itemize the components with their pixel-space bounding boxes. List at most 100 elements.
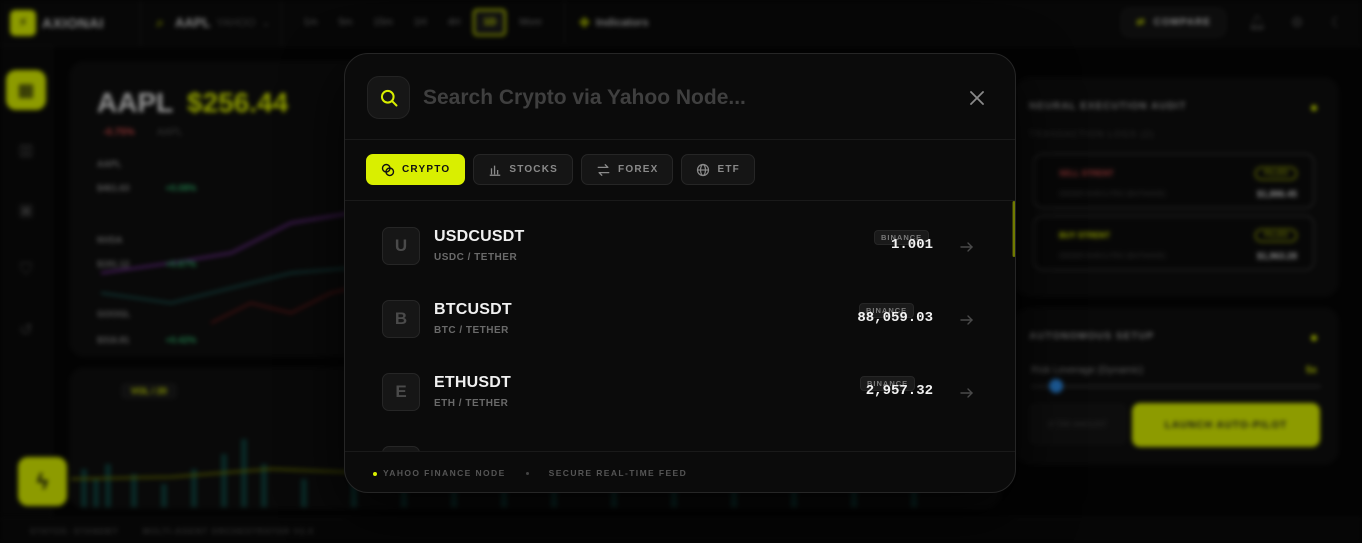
results-scrollbar[interactable]: [1012, 201, 1015, 257]
trade-fill-badge: FILLED: [1255, 167, 1297, 180]
orchestrator-text: MULTI-AGENT ORCHESTRATOR V2.0: [142, 526, 315, 536]
filter-label: STOCKS: [509, 164, 559, 175]
indicators-icon: ✥: [578, 14, 590, 30]
coins-icon: [381, 163, 395, 176]
execution-audit-panel: NEURAL EXECUTION AUDIT TRANSACTION LOGS …: [1016, 78, 1338, 296]
audit-subtitle: TRANSACTION LOGS (2): [1029, 129, 1155, 139]
bolt-action-button[interactable]: ϟ: [18, 457, 67, 506]
modal-footer: YAHOO FINANCE NODE SECURE REAL-TIME FEED: [345, 451, 1015, 492]
filter-etf[interactable]: ETF: [681, 154, 755, 185]
exchange-icon: [597, 163, 610, 176]
filter-label: ETF: [717, 164, 740, 175]
legend-value: $461.63: [97, 183, 130, 193]
search-icon: [380, 89, 397, 106]
sidebar: ▦ ▥ ▣ ⛉ ↺: [0, 46, 52, 516]
filter-stocks[interactable]: STOCKS: [473, 154, 574, 185]
asset-pair: USDC / TETHER: [434, 252, 518, 263]
indicators-label: Indicators: [595, 16, 649, 29]
sidebar-item-wallet-icon[interactable]: ▣: [12, 196, 40, 224]
trade-fill-badge: FILLED: [1255, 229, 1297, 242]
launch-autopilot-button[interactable]: LAUNCH AUTO-PILOT: [1132, 403, 1320, 447]
asset-price: 2,957.32: [865, 383, 933, 399]
result-item-partial[interactable]: [345, 420, 1015, 451]
sidebar-item-history-icon[interactable]: ↺: [12, 316, 40, 344]
globe-icon: [697, 163, 710, 176]
asset-symbol: USDCUSDT: [434, 228, 525, 245]
close-icon: [970, 91, 984, 105]
separator-dot: [525, 471, 529, 475]
range-5m[interactable]: 5m: [330, 11, 360, 34]
legend-symbol: NVDA: [97, 235, 123, 245]
status-dot: [1311, 105, 1317, 111]
asset-pair: ETH / TETHER: [434, 398, 509, 409]
asset-search-modal: CRYPTO STOCKS FOREX ETF U USDCUSDT BINAN…: [344, 53, 1016, 493]
trade-card[interactable]: BUY STRENT FILLED ORDER EXECUTED (BOTNOD…: [1033, 215, 1315, 271]
filter-label: CRYPTO: [402, 164, 451, 175]
status-text: STATUS: STANDBY: [30, 526, 119, 536]
trade-amount: $1,886.45: [1256, 189, 1297, 199]
indicators-button[interactable]: ✥ Indicators: [563, 0, 662, 46]
trade-side: SELL STRENT: [1059, 169, 1114, 178]
chart-change: -0.75%: [103, 127, 135, 138]
filter-crypto[interactable]: CRYPTO: [366, 154, 466, 185]
ticker-selector[interactable]: ⌕ AAPL YAHOO ⌄: [140, 0, 281, 46]
range-more[interactable]: More: [511, 11, 550, 34]
range-4h[interactable]: 4H: [440, 11, 469, 34]
top-right-controls: ⇄ COMPARE 🔔︎ ⚙ ☾: [1121, 8, 1346, 37]
top-bar: ⚡ AXIONAI ⌕ AAPL YAHOO ⌄ 1m 5m 15m 1H 4H…: [0, 0, 1362, 46]
trade-meta: ORDER EXECUTED (BOTNODE): [1059, 253, 1166, 260]
range-1d[interactable]: 1D: [473, 9, 507, 36]
amount-input[interactable]: ETRR AMOUNT: [1029, 403, 1127, 445]
leverage-slider-track[interactable]: [1031, 385, 1321, 388]
legend-row: $316.81 +0.42%: [97, 335, 196, 345]
autonomous-setup-panel: AUTONOMOUS SETUP Risk Leverage (Dynamic)…: [1016, 308, 1338, 464]
app-root: ⚡ AXIONAI ⌕ AAPL YAHOO ⌄ 1m 5m 15m 1H 4H…: [0, 0, 1362, 543]
status-dot: [1311, 335, 1317, 341]
setup-title: AUTONOMOUS SETUP: [1029, 331, 1155, 342]
legend-pct: +0.42%: [165, 335, 197, 345]
chart-price: $256.44: [187, 87, 289, 118]
filter-forex[interactable]: FOREX: [581, 154, 674, 185]
leverage-slider-handle[interactable]: [1049, 379, 1063, 393]
sidebar-item-dashboard-icon[interactable]: ▦: [6, 70, 46, 110]
trade-card[interactable]: SELL STRENT FILLED ORDER EXECUTED (BOTNO…: [1033, 153, 1315, 209]
range-15m[interactable]: 15m: [365, 11, 400, 34]
leverage-label: Risk Leverage (Dynamic): [1031, 365, 1144, 376]
ticker-symbol: AAPL: [175, 15, 211, 30]
footer-node-label: YAHOO FINANCE NODE: [383, 468, 506, 478]
chevron-down-icon: ⌄: [261, 17, 271, 29]
legend-pct: +0.08%: [165, 183, 197, 193]
arrow-right-icon: [959, 312, 975, 328]
search-results-list: U USDCUSDT BINANCE USDC / TETHER 1.001 B…: [345, 201, 1015, 451]
range-1m[interactable]: 1m: [296, 11, 326, 34]
range-1h[interactable]: 1H: [406, 11, 435, 34]
legend-row: $461.63 +0.08%: [97, 183, 196, 193]
trade-amount: $1,963.28: [1256, 251, 1297, 261]
gear-icon[interactable]: ⚙: [1288, 14, 1306, 32]
legend-value: $191.12: [97, 259, 130, 269]
moon-icon[interactable]: ☾: [1328, 14, 1346, 32]
footer-node: YAHOO FINANCE NODE: [373, 468, 506, 478]
asset-avatar: U: [382, 227, 420, 265]
bell-icon[interactable]: 🔔︎: [1248, 14, 1266, 32]
result-item-btcusdt[interactable]: B BTCUSDT BINANCE BTC / TETHER 88,059.03: [345, 274, 1015, 347]
search-input[interactable]: [423, 82, 923, 114]
asset-price: 1.001: [890, 237, 933, 253]
arrow-right-icon: [959, 239, 975, 255]
sidebar-item-shield-icon[interactable]: ⛉: [12, 256, 40, 284]
trade-side: BUY STRENT: [1059, 231, 1110, 240]
legend-symbol: AAPL: [97, 159, 122, 169]
filter-label: FOREX: [618, 164, 659, 175]
compare-button[interactable]: ⇄ COMPARE: [1121, 8, 1226, 37]
compare-label: COMPARE: [1153, 17, 1211, 28]
result-item-usdcusdt[interactable]: U USDCUSDT BINANCE USDC / TETHER 1.001: [345, 201, 1015, 274]
asset-price: 88,059.03: [857, 310, 933, 326]
trade-meta: ORDER EXECUTED (BOTNODE): [1059, 191, 1166, 198]
search-icon-box: [367, 76, 410, 119]
result-item-ethusdt[interactable]: E ETHUSDT BINANCE ETH / TETHER 2,957.32: [345, 347, 1015, 420]
close-button[interactable]: [966, 87, 988, 109]
legend-pct: +0.87%: [165, 259, 197, 269]
brand[interactable]: ⚡ AXIONAI: [0, 9, 140, 36]
legend-row: GOOGL: [97, 309, 131, 319]
sidebar-item-analytics-icon[interactable]: ▥: [12, 136, 40, 164]
